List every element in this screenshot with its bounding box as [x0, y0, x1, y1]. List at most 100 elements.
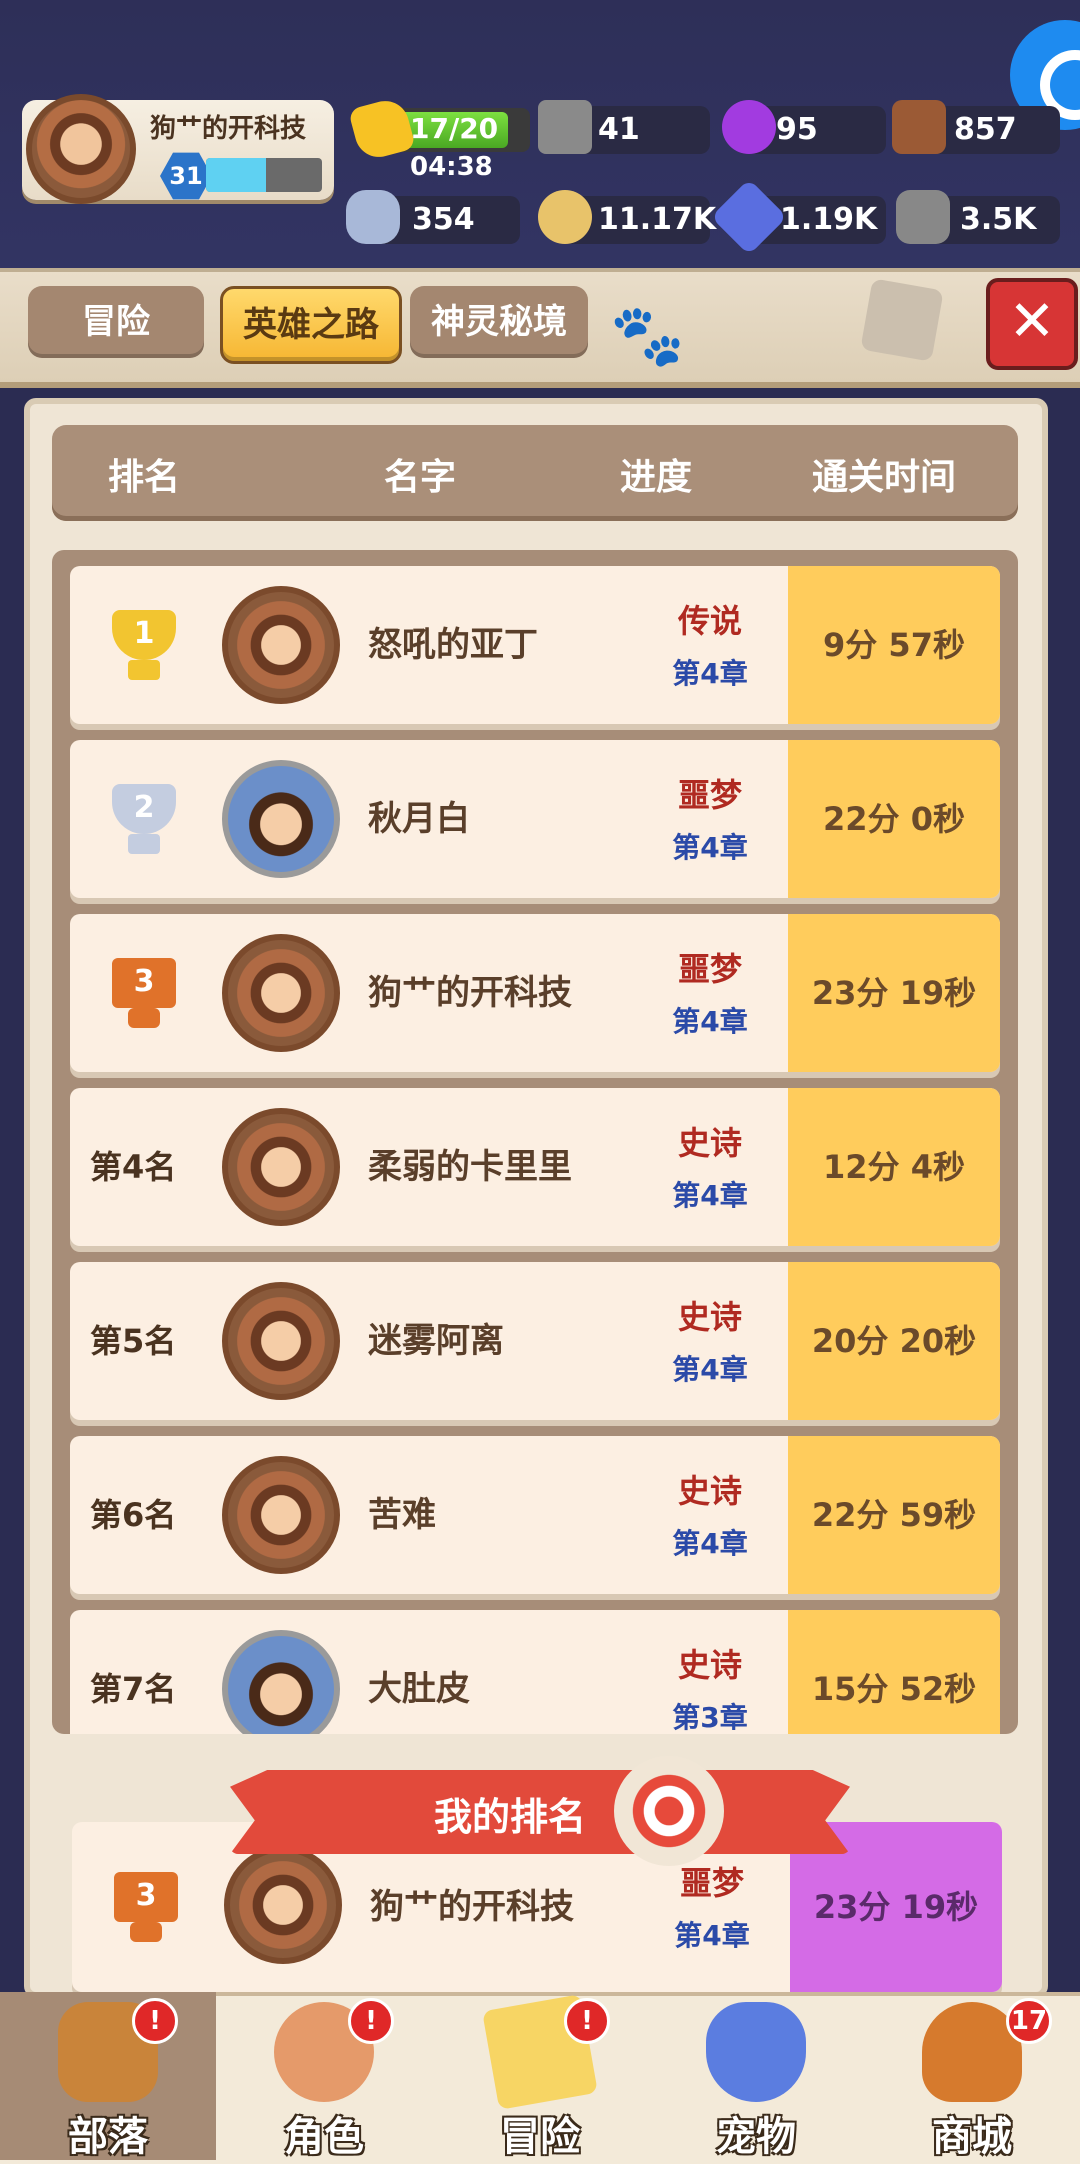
gold-trophy-icon: 1: [98, 610, 190, 680]
player-name: 狗艹的开科技: [368, 973, 572, 1013]
clear-time: 9分 57秒: [823, 626, 965, 664]
clear-time: 22分 59秒: [811, 1496, 977, 1534]
hex-nut-icon: [538, 100, 592, 154]
clear-time: 20分 20秒: [811, 1322, 977, 1360]
difficulty-tier: 史诗: [677, 1472, 742, 1510]
pearl-orb-count: 95: [776, 112, 818, 147]
beast-head-icon: [860, 278, 944, 362]
wood-count: 857: [954, 112, 1017, 147]
rank-label: 第7名: [90, 1670, 177, 1708]
chapter: 第4章: [672, 831, 748, 864]
xp-bar-fill: [206, 158, 266, 192]
hex-nut-count: 41: [598, 112, 640, 147]
my-avatar[interactable]: [224, 1846, 342, 1964]
ranking-row[interactable]: 第5名 迷雾阿离 史诗 第4章 20分 20秒: [70, 1262, 1000, 1420]
ranking-row[interactable]: 3 狗艹的开科技 噩梦 第4章 23分 19秒: [70, 914, 1000, 1072]
rank-label: 第6名: [90, 1496, 177, 1534]
my-chapter: 第4章: [674, 1919, 750, 1952]
alert-badge: !: [564, 1998, 610, 2044]
difficulty-tier: 噩梦: [677, 950, 742, 988]
clear-time: 15分 52秒: [811, 1670, 977, 1708]
pearl-orb-icon: [722, 100, 776, 154]
alert-badge: !: [132, 1998, 178, 2044]
wolf-pet-icon: [706, 2002, 806, 2102]
ranking-row[interactable]: 第4名 柔弱的卡里里 史诗 第4章 12分 4秒: [70, 1088, 1000, 1246]
difficulty-tier: 史诗: [677, 1646, 742, 1684]
nav-label: 冒险: [500, 2114, 580, 2160]
nav-tribe[interactable]: ! 部落: [0, 1992, 216, 2160]
chapter: 第4章: [672, 657, 748, 690]
energy-value: 17/20: [410, 112, 499, 145]
bone-icon: [346, 190, 400, 244]
difficulty-tier: 传说: [677, 602, 742, 640]
clear-time: 12分 4秒: [823, 1148, 965, 1186]
chapter: 第3章: [672, 1701, 748, 1734]
chapter: 第4章: [672, 1527, 748, 1560]
chapter: 第4章: [672, 1353, 748, 1386]
stone-icon: [896, 190, 950, 244]
stone-coin-count: 11.17K: [598, 202, 717, 237]
chapter: 第4章: [672, 1179, 748, 1212]
bronze-trophy-icon: 3: [98, 958, 190, 1028]
ranking-row[interactable]: 第6名 苦难 史诗 第4章 22分 59秒: [70, 1436, 1000, 1594]
alert-badge: !: [348, 1998, 394, 2044]
difficulty-tier: 史诗: [677, 1124, 742, 1162]
player-name: 苦难: [368, 1495, 436, 1535]
ranking-list[interactable]: 1 怒吼的亚丁 传说 第4章 9分 57秒 2 秋月白 噩梦 第4章 22分 0…: [52, 550, 1018, 1734]
chapter: 第4章: [672, 1005, 748, 1038]
avatar[interactable]: [222, 586, 340, 704]
player-name: 迷雾阿离: [368, 1321, 504, 1361]
player-name: 大肚皮: [368, 1669, 470, 1709]
count-badge: 17: [1006, 1998, 1052, 2044]
rank-number: 1: [133, 616, 155, 651]
rank-label: 第4名: [90, 1148, 177, 1186]
rank-number: 3: [133, 964, 155, 999]
clear-time: 22分 0秒: [823, 800, 965, 838]
silver-trophy-icon: 2: [98, 784, 190, 854]
tab-divine-realm[interactable]: 神灵秘境: [410, 286, 588, 358]
clear-time: 23分 19秒: [811, 974, 977, 1012]
bone-count: 354: [412, 202, 475, 237]
avatar[interactable]: [222, 1456, 340, 1574]
nav-adventure[interactable]: ! 冒险: [432, 1992, 648, 2160]
avatar[interactable]: [222, 934, 340, 1052]
bronze-trophy-icon: 3: [100, 1872, 192, 1942]
nav-label: 部落: [68, 2114, 148, 2160]
close-button[interactable]: ✕: [986, 278, 1078, 370]
avatar[interactable]: [222, 760, 340, 878]
rank-label: 第5名: [90, 1322, 177, 1360]
header-name: 名字: [384, 457, 457, 498]
wood-log-icon: [892, 100, 946, 154]
nav-character[interactable]: ! 角色: [216, 1992, 432, 2160]
nav-pet[interactable]: 宠物: [648, 1992, 864, 2160]
nav-label: 角色: [284, 2114, 364, 2160]
stone-count: 3.5K: [960, 202, 1037, 237]
difficulty-tier: 史诗: [677, 1298, 742, 1336]
player-name: 狗艹的开科技: [150, 114, 307, 144]
header-progress: 进度: [620, 457, 693, 498]
avatar[interactable]: [222, 1282, 340, 1400]
player-name: 柔弱的卡里里: [368, 1147, 572, 1187]
nav-label: 商城: [932, 2114, 1012, 2160]
paw-print-icon: 🐾: [610, 301, 685, 371]
nav-shop[interactable]: 17 商城: [864, 1992, 1080, 2160]
target-icon: [614, 1756, 724, 1866]
stone-coin-icon: [538, 190, 592, 244]
difficulty-tier: 噩梦: [677, 776, 742, 814]
avatar[interactable]: [222, 1630, 340, 1734]
ranking-row[interactable]: 1 怒吼的亚丁 传说 第4章 9分 57秒: [70, 566, 1000, 724]
player-name: 秋月白: [368, 799, 470, 839]
player-avatar[interactable]: [26, 94, 136, 204]
my-rank-number: 3: [135, 1878, 157, 1913]
header-clear-time: 通关时间: [812, 457, 957, 498]
player-name: 怒吼的亚丁: [368, 625, 538, 665]
nav-label: 宠物: [716, 2114, 796, 2160]
header-rank: 排名: [108, 457, 181, 498]
rank-number: 2: [133, 790, 155, 825]
ranking-row[interactable]: 2 秋月白 噩梦 第4章 22分 0秒: [70, 740, 1000, 898]
ranking-row[interactable]: 第7名 大肚皮 史诗 第3章 15分 52秒: [70, 1610, 1000, 1734]
tab-hero-road[interactable]: 英雄之路: [220, 286, 402, 364]
crystal-count: 1.19K: [780, 202, 878, 237]
avatar[interactable]: [222, 1108, 340, 1226]
tab-adventure[interactable]: 冒险: [28, 286, 204, 358]
